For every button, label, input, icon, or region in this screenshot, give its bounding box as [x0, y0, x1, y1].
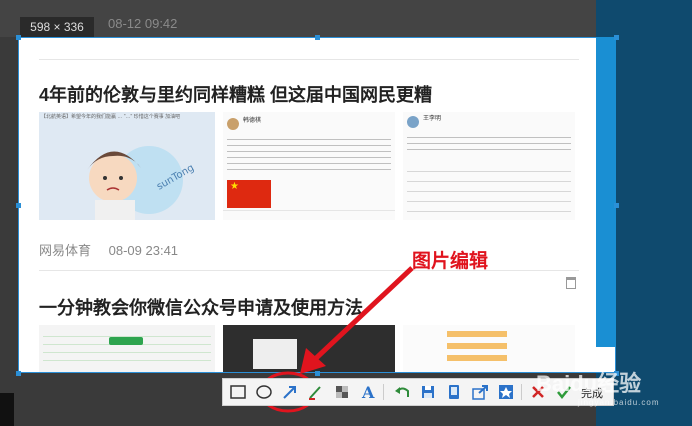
copy-icon[interactable] [445, 383, 463, 401]
rectangle-icon[interactable] [229, 383, 247, 401]
pin-icon[interactable] [497, 383, 515, 401]
share-icon[interactable] [471, 383, 489, 401]
undo-icon[interactable] [393, 383, 411, 401]
pen-icon[interactable] [307, 383, 325, 401]
toolbar-separator [383, 384, 384, 400]
watermark-url: jingyan.baidu.com [578, 398, 660, 407]
annotation-arrow [259, 266, 414, 413]
ellipse-icon[interactable] [255, 383, 273, 401]
svg-text:A: A [361, 383, 375, 401]
arrow-icon[interactable] [281, 383, 299, 401]
save-icon[interactable] [419, 383, 437, 401]
toolbar-separator [521, 384, 522, 400]
mosaic-icon[interactable] [333, 383, 351, 401]
text-icon[interactable]: A [359, 383, 377, 401]
watermark-logo: Baidu经验 [536, 371, 642, 396]
